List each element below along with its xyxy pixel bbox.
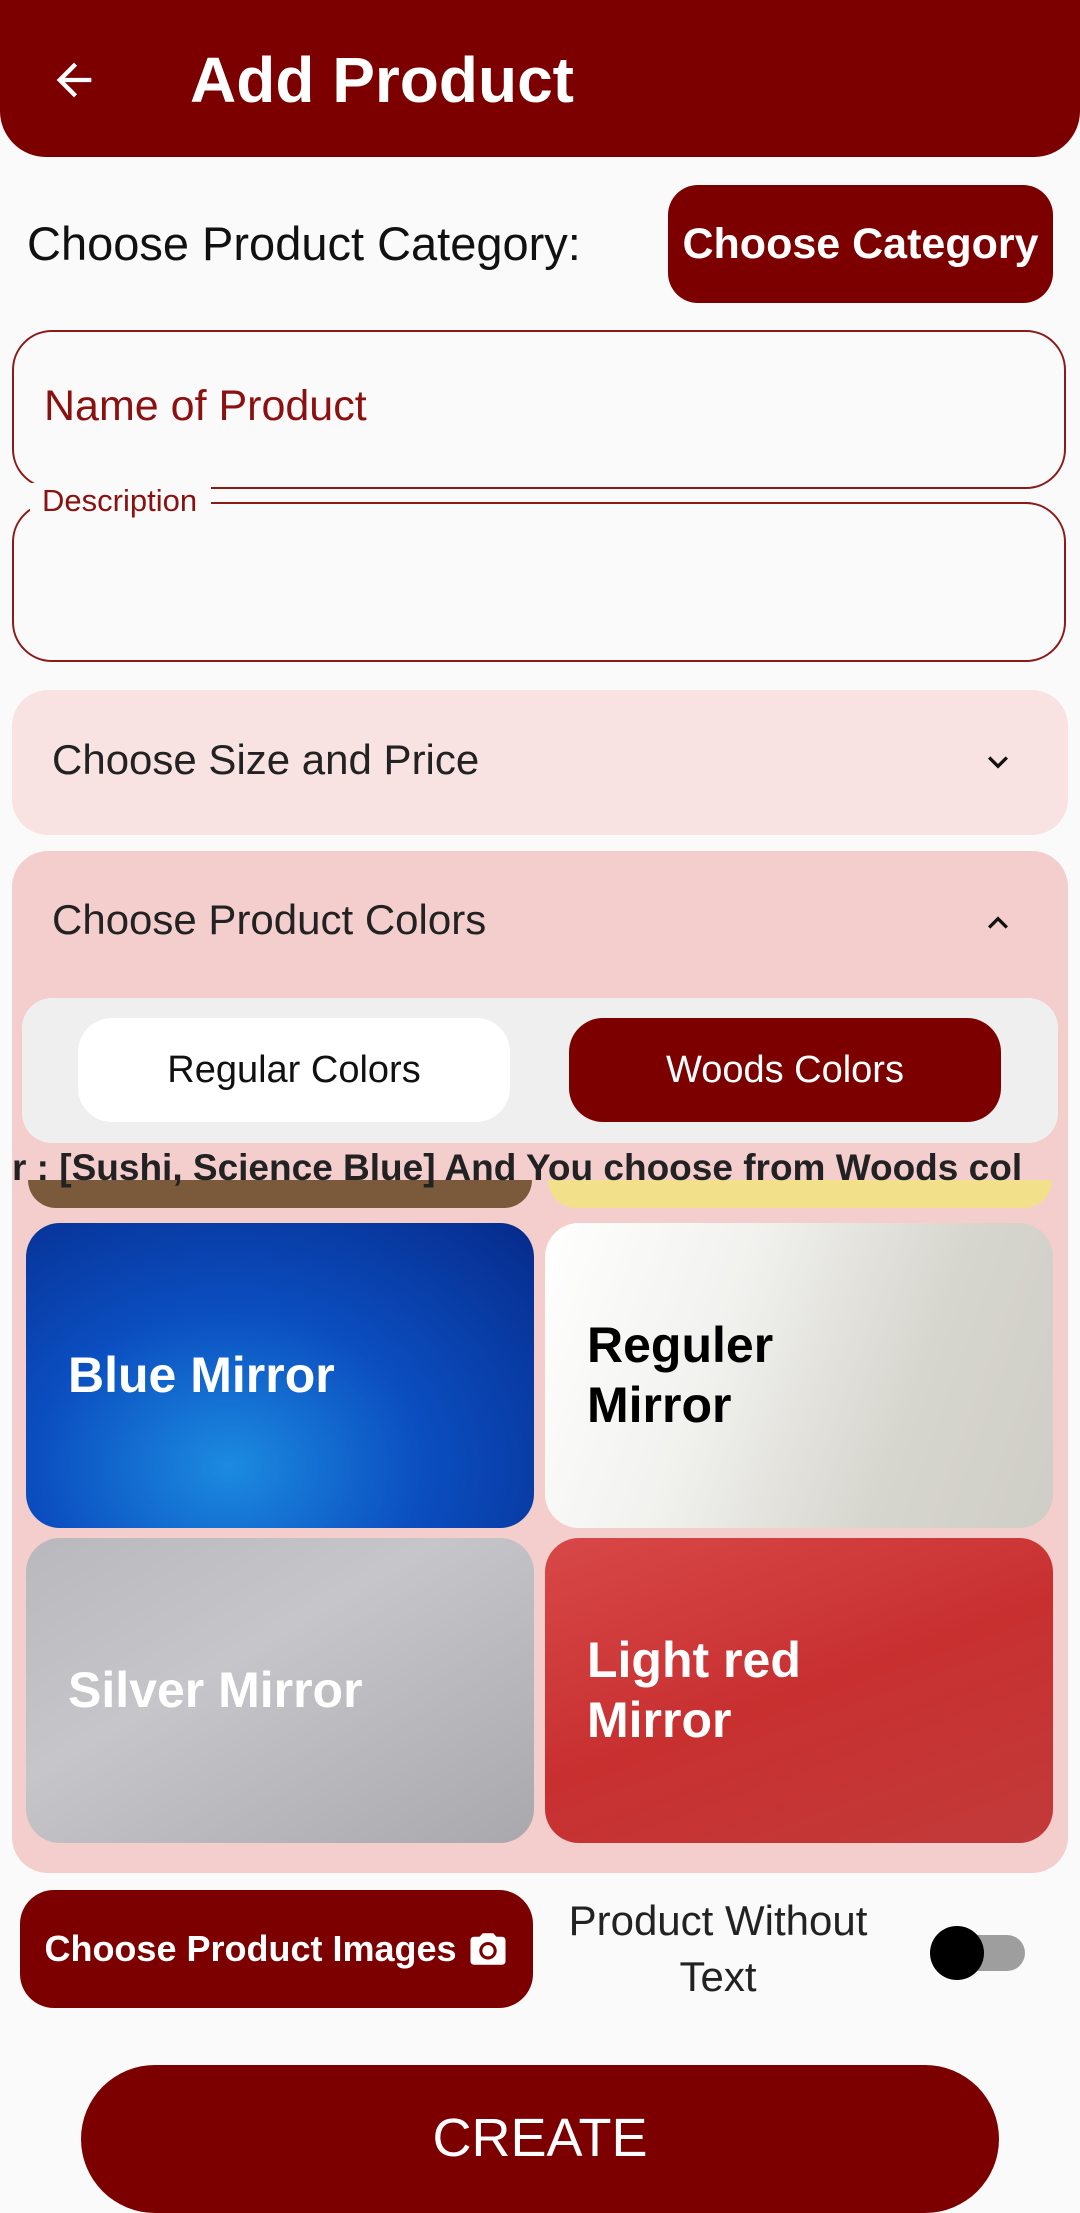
- product-name-placeholder: Name of Product: [44, 382, 367, 430]
- color-type-toggle: Regular Colors Woods Colors: [22, 998, 1058, 1143]
- description-field[interactable]: [12, 502, 1066, 662]
- choose-images-label: Choose Product Images: [44, 1928, 457, 1969]
- size-price-panel[interactable]: Choose Size and Price: [12, 690, 1068, 835]
- create-button[interactable]: CREATE: [81, 2065, 999, 2213]
- color-tile-reguler-mirror[interactable]: Reguler Mirror: [545, 1223, 1053, 1528]
- product-name-field[interactable]: Name of Product: [12, 330, 1066, 489]
- tile-label: Blue Mirror: [68, 1347, 335, 1403]
- chevron-up-icon[interactable]: [978, 903, 1018, 943]
- color-tile-silver-mirror[interactable]: Silver Mirror: [26, 1538, 534, 1843]
- back-button[interactable]: [34, 40, 114, 120]
- chevron-down-icon: [988, 756, 1008, 769]
- color-tile-light-red-mirror[interactable]: Light red Mirror: [545, 1538, 1053, 1843]
- selected-colors-marquee: r : [Sushi, Science Blue] And You choose…: [12, 1143, 1060, 1195]
- tile-label: Reguler Mirror: [587, 1317, 774, 1433]
- category-label: Choose Product Category:: [27, 217, 581, 270]
- description-label: Description: [30, 483, 212, 519]
- camera-icon: [470, 1933, 506, 1965]
- color-tile-blue-mirror[interactable]: Blue Mirror: [26, 1223, 534, 1528]
- tile-label: Silver Mirror: [68, 1662, 363, 1718]
- choose-category-button[interactable]: Choose Category: [668, 185, 1053, 303]
- size-price-title: Choose Size and Price: [52, 736, 480, 783]
- tab-regular-colors[interactable]: Regular Colors: [78, 1018, 510, 1122]
- without-text-label: Product Without Text: [568, 1897, 868, 2000]
- choose-images-button[interactable]: Choose Product Images: [20, 1890, 533, 2008]
- page-title: Add Product: [190, 44, 574, 116]
- tab-woods-colors[interactable]: Woods Colors: [569, 1018, 1001, 1122]
- arrow-left-icon: [56, 62, 92, 98]
- product-colors-title[interactable]: Choose Product Colors: [52, 896, 486, 944]
- marquee-text: r : [Sushi, Science Blue] And You choose…: [12, 1147, 1023, 1188]
- tile-label: Light red Mirror: [587, 1632, 801, 1748]
- switch-thumb[interactable]: [930, 1926, 984, 1980]
- app-bar: Add Product: [0, 0, 1080, 157]
